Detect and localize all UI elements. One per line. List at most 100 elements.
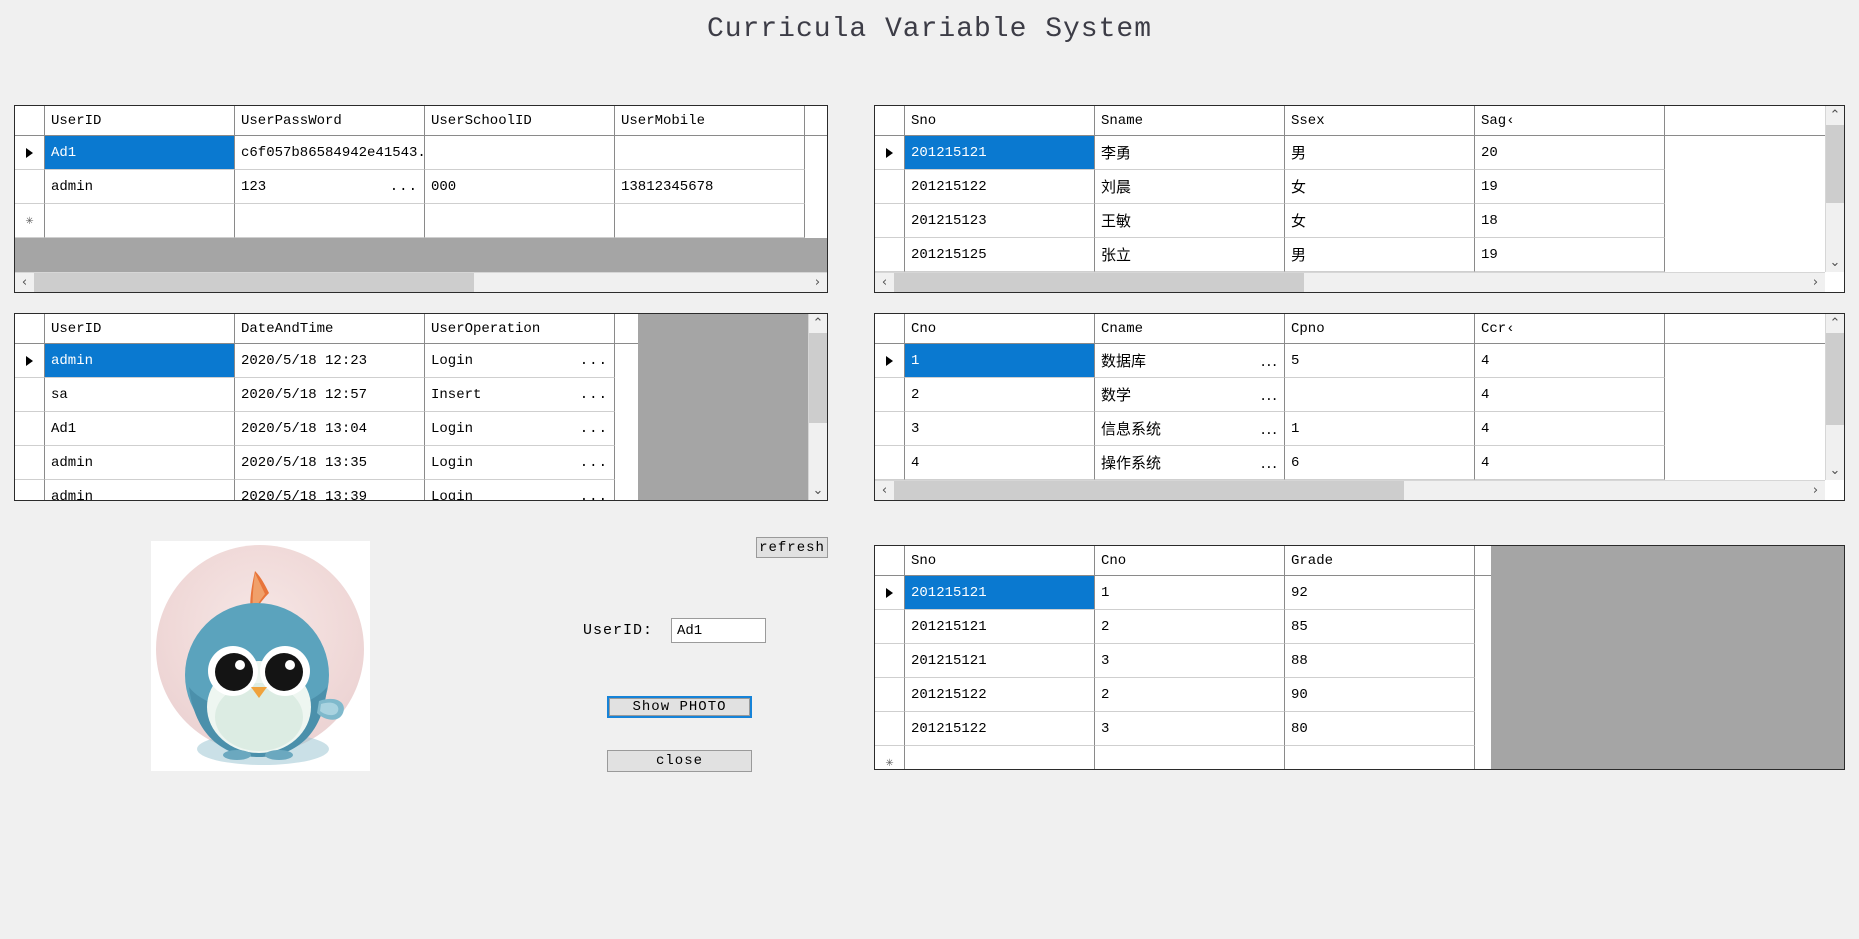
- table-cell[interactable]: 5: [1285, 344, 1475, 378]
- scroll-up-icon[interactable]: ⌃: [1826, 314, 1844, 333]
- scroll-right-icon[interactable]: ›: [1806, 481, 1825, 500]
- row-current-indicator-icon[interactable]: [15, 344, 45, 378]
- table-cell[interactable]: 男: [1285, 238, 1475, 272]
- scroll-left-icon[interactable]: ‹: [875, 481, 894, 500]
- table-cell[interactable]: admin: [45, 480, 235, 500]
- vertical-scroll-track[interactable]: [1826, 125, 1844, 253]
- table-cell[interactable]: [1095, 746, 1285, 769]
- table-cell[interactable]: [615, 136, 805, 170]
- scroll-right-icon[interactable]: ›: [808, 273, 827, 292]
- horizontal-scroll-thumb[interactable]: [894, 273, 1304, 292]
- table-cell[interactable]: 6: [1285, 446, 1475, 480]
- scroll-up-icon[interactable]: ⌃: [809, 314, 827, 333]
- row-header[interactable]: [875, 378, 905, 412]
- row-header[interactable]: [875, 238, 905, 272]
- vertical-scroll-thumb[interactable]: [809, 333, 827, 423]
- table-row[interactable]: ✳: [15, 204, 827, 238]
- column-header[interactable]: Cpno: [1285, 314, 1475, 343]
- table-cell[interactable]: 刘晨: [1095, 170, 1285, 204]
- row-header[interactable]: [875, 610, 905, 644]
- row-current-indicator-icon[interactable]: [875, 344, 905, 378]
- table-cell[interactable]: 王敏: [1095, 204, 1285, 238]
- table-row[interactable]: 2 数学... 4: [875, 378, 1825, 412]
- operation-log-table[interactable]: UserID DateAndTime UserOperation admin 2020/…: [14, 313, 828, 501]
- table-cell[interactable]: [425, 204, 615, 238]
- table-cell[interactable]: Login...: [425, 344, 615, 378]
- table-cell[interactable]: 2020/5/18 12:57: [235, 378, 425, 412]
- table-cell[interactable]: 2020/5/18 13:39: [235, 480, 425, 500]
- scroll-down-icon[interactable]: ⌄: [809, 481, 827, 500]
- table-cell[interactable]: 女: [1285, 170, 1475, 204]
- table-cell[interactable]: 1: [905, 344, 1095, 378]
- column-header[interactable]: Sno: [905, 106, 1095, 135]
- table-row[interactable]: 201215125 张立男 19: [875, 238, 1825, 272]
- horizontal-scroll-thumb[interactable]: [894, 481, 1404, 500]
- table-cell[interactable]: 男: [1285, 136, 1475, 170]
- row-current-indicator-icon[interactable]: [875, 576, 905, 610]
- table-cell[interactable]: 201215121: [905, 576, 1095, 610]
- table-cell[interactable]: 2020/5/18 12:23: [235, 344, 425, 378]
- table-cell[interactable]: 123...: [235, 170, 425, 204]
- table-cell[interactable]: c6f057b86584942e41543...: [235, 136, 425, 170]
- scroll-down-icon[interactable]: ⌄: [1826, 253, 1844, 272]
- vertical-scrollbar[interactable]: ⌃ ⌄: [808, 314, 827, 500]
- table-cell[interactable]: Ad1: [45, 412, 235, 446]
- table-row[interactable]: 1 数据库... 5 4: [875, 344, 1825, 378]
- new-row-indicator-icon[interactable]: ✳: [15, 204, 45, 238]
- horizontal-scroll-track[interactable]: [34, 273, 808, 292]
- table-cell[interactable]: 85: [1285, 610, 1475, 644]
- table-cell[interactable]: 4: [905, 446, 1095, 480]
- vertical-scroll-thumb[interactable]: [1826, 333, 1844, 425]
- vertical-scroll-track[interactable]: [1826, 333, 1844, 461]
- table-cell[interactable]: 201215123: [905, 204, 1095, 238]
- row-header[interactable]: [875, 170, 905, 204]
- table-cell[interactable]: [615, 204, 805, 238]
- table-cell[interactable]: 2020/5/18 13:35: [235, 446, 425, 480]
- column-header[interactable]: Ccr‹: [1475, 314, 1665, 343]
- table-cell[interactable]: [1285, 746, 1475, 769]
- table-cell[interactable]: 201215122: [905, 712, 1095, 746]
- row-header[interactable]: [15, 378, 45, 412]
- table-cell[interactable]: 201215121: [905, 136, 1095, 170]
- table-cell[interactable]: Login...: [425, 412, 615, 446]
- vertical-scroll-thumb[interactable]: [1826, 125, 1844, 203]
- user-table[interactable]: UserID UserPassWord UserSchoolID UserMobile…: [14, 105, 828, 293]
- row-header[interactable]: [15, 446, 45, 480]
- table-cell[interactable]: Login...: [425, 446, 615, 480]
- table-cell[interactable]: 信息系统...: [1095, 412, 1285, 446]
- row-header[interactable]: [875, 644, 905, 678]
- table-cell[interactable]: 19: [1475, 238, 1665, 272]
- table-cell[interactable]: 201215125: [905, 238, 1095, 272]
- table-row[interactable]: 4 操作系统... 6 4: [875, 446, 1825, 480]
- table-row[interactable]: admin 123... 000 13812345678: [15, 170, 827, 204]
- row-header[interactable]: [875, 412, 905, 446]
- table-cell[interactable]: 2: [905, 378, 1095, 412]
- column-header[interactable]: Cname: [1095, 314, 1285, 343]
- table-cell[interactable]: 92: [1285, 576, 1475, 610]
- table-cell[interactable]: admin: [45, 170, 235, 204]
- row-header[interactable]: [15, 412, 45, 446]
- table-cell[interactable]: 4: [1475, 378, 1665, 412]
- table-cell[interactable]: 4: [1475, 344, 1665, 378]
- column-header[interactable]: Grade: [1285, 546, 1475, 575]
- table-cell[interactable]: 18: [1475, 204, 1665, 238]
- table-cell[interactable]: admin: [45, 344, 235, 378]
- course-table[interactable]: Cno Cname Cpno Ccr‹ 1 数据库... 5 4 2 数学... 4 3 信息系统...…: [874, 313, 1845, 501]
- horizontal-scroll-track[interactable]: [894, 481, 1806, 500]
- table-cell[interactable]: [425, 136, 615, 170]
- table-cell[interactable]: 3: [1095, 644, 1285, 678]
- row-header[interactable]: [875, 446, 905, 480]
- column-header[interactable]: UserID: [45, 314, 235, 343]
- table-cell[interactable]: 操作系统...: [1095, 446, 1285, 480]
- table-cell[interactable]: 4: [1475, 446, 1665, 480]
- horizontal-scroll-thumb[interactable]: [34, 273, 474, 292]
- score-table[interactable]: Sno Cno Grade 201215121 1 92 201215121 2 85 20121…: [874, 545, 1845, 770]
- table-cell[interactable]: 80: [1285, 712, 1475, 746]
- table-cell[interactable]: 88: [1285, 644, 1475, 678]
- horizontal-scrollbar[interactable]: ‹ ›: [875, 272, 1825, 292]
- horizontal-scrollbar[interactable]: ‹ ›: [875, 480, 1825, 500]
- table-cell[interactable]: 19: [1475, 170, 1665, 204]
- vertical-scrollbar[interactable]: ⌃ ⌄: [1825, 106, 1844, 272]
- table-cell[interactable]: 2: [1095, 610, 1285, 644]
- table-row[interactable]: 201215123 王敏女 18: [875, 204, 1825, 238]
